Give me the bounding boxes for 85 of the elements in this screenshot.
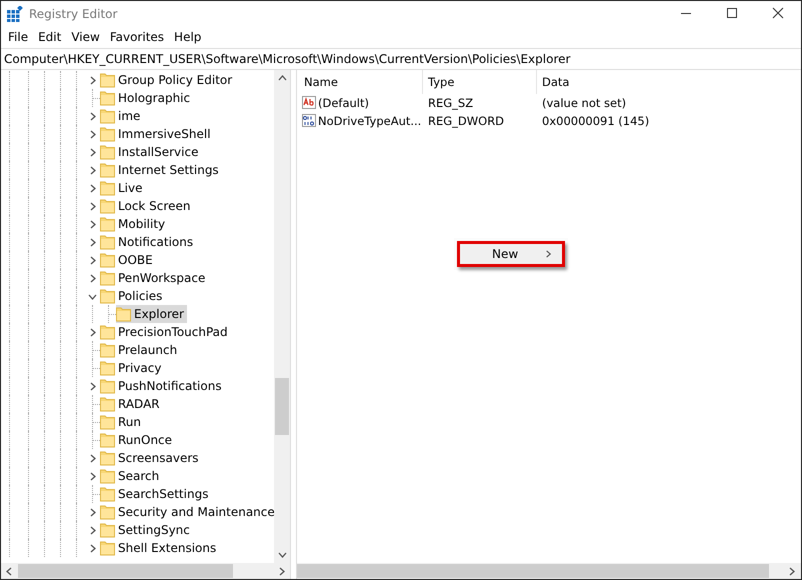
- folder-icon: [100, 90, 115, 106]
- folder-icon: [100, 414, 115, 430]
- binary-value-icon: [302, 114, 316, 128]
- tree-item[interactable]: Internet Settings: [100, 161, 222, 179]
- scroll-thumb[interactable]: [297, 564, 769, 578]
- tree-item[interactable]: Screensavers: [100, 449, 202, 467]
- folder-icon: [116, 306, 131, 322]
- string-value-icon: [302, 96, 316, 110]
- tree-item[interactable]: PushNotifications: [100, 377, 225, 395]
- address-field[interactable]: Computer\HKEY_CURRENT_USER\Software\Microsoft\Windows\CurrentVersion\Policies\Explorer: [1, 48, 801, 70]
- tree-item[interactable]: Prelaunch: [100, 341, 180, 359]
- scroll-thumb[interactable]: [18, 564, 233, 578]
- tree-item[interactable]: Mobility: [100, 215, 168, 233]
- value-name[interactable]: (Default): [318, 96, 369, 110]
- tree-item[interactable]: ImmersiveShell: [100, 125, 214, 143]
- tree-item[interactable]: Live: [100, 179, 146, 197]
- horizontal-scrollbar[interactable]: [297, 563, 801, 579]
- app-icon: [7, 6, 23, 22]
- tree-item[interactable]: RunOnce: [100, 431, 176, 449]
- tree-item[interactable]: Privacy: [100, 359, 164, 377]
- folder-icon: [100, 450, 115, 466]
- scroll-right-icon[interactable]: [277, 566, 286, 576]
- menu-item[interactable]: File: [3, 30, 34, 44]
- folder-icon: [100, 234, 115, 250]
- tree-item[interactable]: Explorer: [116, 305, 187, 323]
- menu-item[interactable]: View: [66, 30, 105, 44]
- folder-icon: [100, 360, 115, 376]
- column-header[interactable]: Name: [299, 70, 423, 94]
- column-header[interactable]: Data: [537, 70, 687, 94]
- tree-item[interactable]: Run: [100, 413, 144, 431]
- folder-icon: [100, 162, 115, 178]
- scroll-left-icon[interactable]: [5, 566, 14, 576]
- folder-icon: [100, 252, 115, 268]
- folder-icon: [100, 432, 115, 448]
- tree-item[interactable]: Notifications: [100, 233, 196, 251]
- folder-icon: [100, 126, 115, 142]
- tree-item[interactable]: Group Policy Editor: [100, 71, 236, 89]
- folder-icon: [100, 180, 115, 196]
- tree-item[interactable]: SettingSync: [100, 521, 193, 539]
- folder-icon: [100, 72, 115, 88]
- folder-icon: [100, 540, 115, 556]
- tree-item[interactable]: RADAR: [100, 395, 163, 413]
- scroll-thumb[interactable]: [275, 378, 289, 435]
- tree-item[interactable]: Security and Maintenance: [100, 503, 274, 521]
- value-type: REG_SZ: [427, 96, 474, 110]
- value-data: 0x00000091 (145): [541, 114, 650, 128]
- column-header[interactable]: Type: [423, 70, 537, 94]
- tree-item[interactable]: PenWorkspace: [100, 269, 208, 287]
- scroll-down-icon[interactable]: [278, 550, 286, 559]
- folder-icon: [100, 504, 115, 520]
- tree-item[interactable]: Policies: [100, 287, 166, 305]
- menu-item[interactable]: Favorites: [104, 30, 170, 44]
- menu-item[interactable]: New: [457, 241, 565, 267]
- folder-icon: [100, 108, 115, 124]
- folder-icon: [100, 270, 115, 286]
- folder-icon: [100, 144, 115, 160]
- folder-icon: [100, 288, 115, 304]
- submenu-chevron-icon: [544, 250, 552, 258]
- tree-item[interactable]: InstallService: [100, 143, 202, 161]
- folder-icon: [100, 486, 115, 502]
- menu-item[interactable]: Help: [169, 30, 206, 44]
- folder-icon: [100, 342, 115, 358]
- vertical-scrollbar[interactable]: [274, 70, 290, 563]
- folder-icon: [100, 378, 115, 394]
- window-title: Registry Editor: [29, 6, 118, 20]
- tree-item[interactable]: Shell Extensions: [100, 539, 220, 557]
- value-data: (value not set): [541, 96, 626, 110]
- folder-icon: [100, 216, 115, 232]
- folder-icon: [100, 522, 115, 538]
- folder-icon: [100, 198, 115, 214]
- folder-icon: [100, 324, 115, 340]
- folder-icon: [100, 468, 115, 484]
- value-type: REG_DWORD: [427, 114, 506, 128]
- menu-item[interactable]: Edit: [33, 30, 66, 44]
- tree-item[interactable]: Lock Screen: [100, 197, 194, 215]
- horizontal-scrollbar[interactable]: [1, 563, 290, 579]
- folder-icon: [100, 396, 115, 412]
- value-name[interactable]: NoDriveTypeAut...: [318, 114, 422, 128]
- tree-item[interactable]: SearchSettings: [100, 485, 212, 503]
- tree-item[interactable]: OOBE: [100, 251, 156, 269]
- tree-item[interactable]: ime: [100, 107, 144, 125]
- tree-item[interactable]: PrecisionTouchPad: [100, 323, 231, 341]
- tree-item[interactable]: Search: [100, 467, 162, 485]
- tree-item[interactable]: Holographic: [100, 89, 194, 107]
- scroll-up-icon[interactable]: [278, 74, 286, 83]
